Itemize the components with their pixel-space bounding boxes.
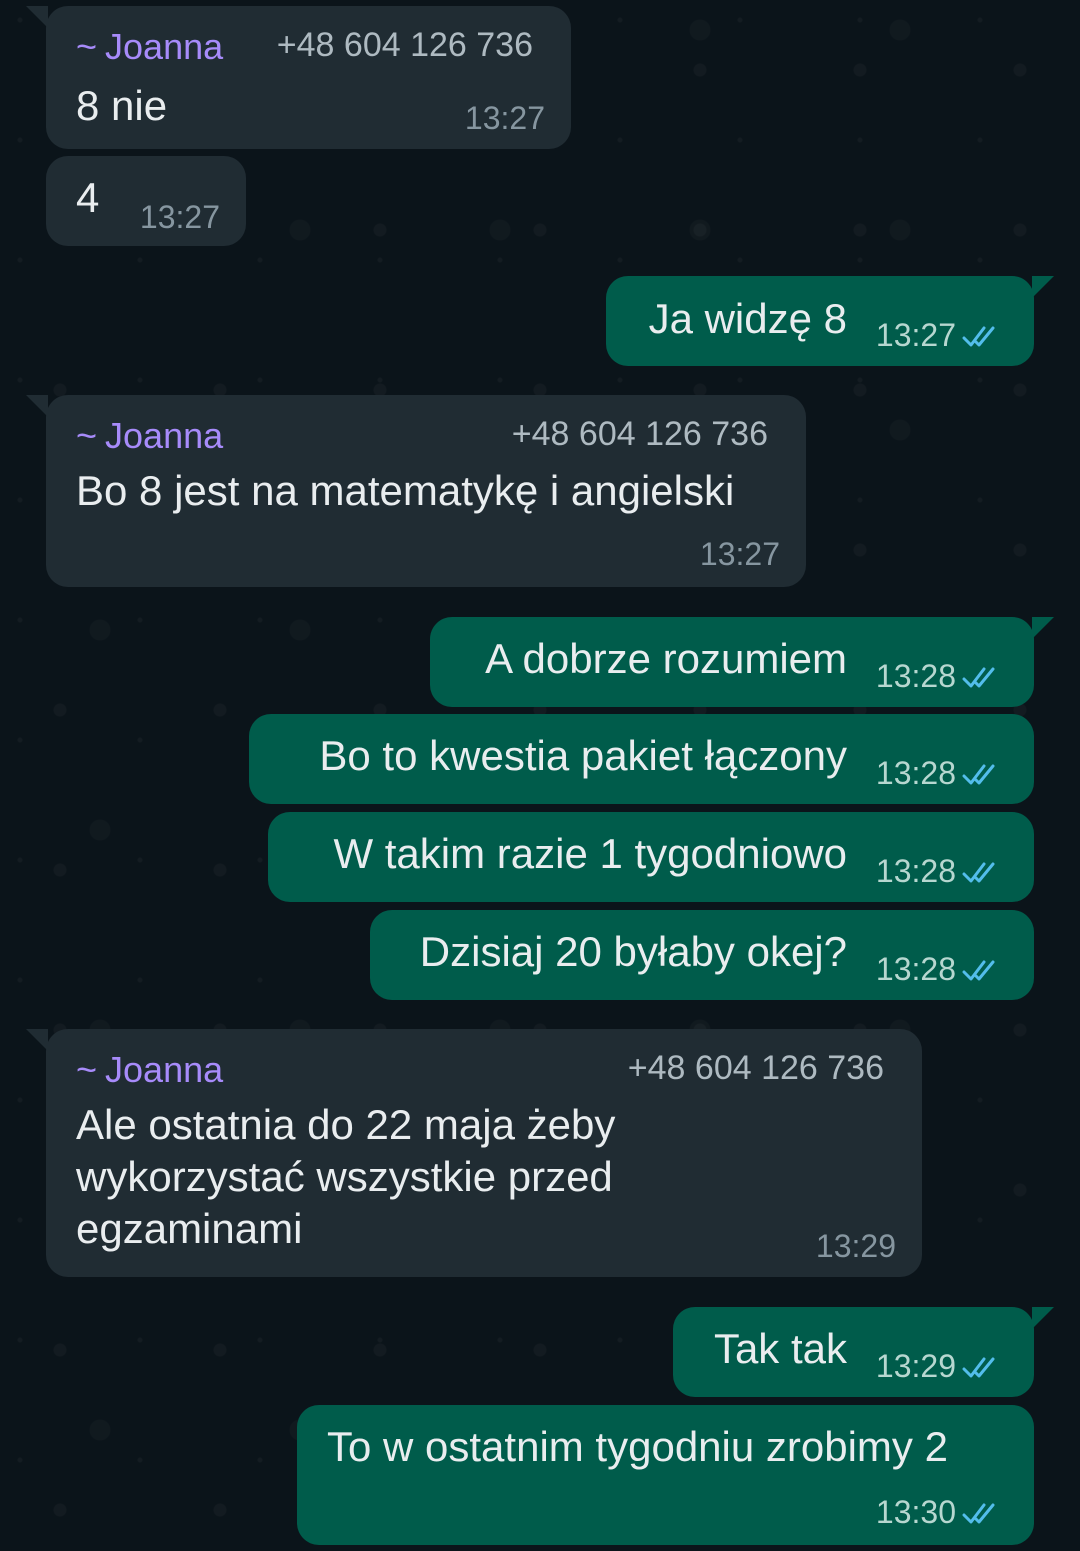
message-text: Tak tak [713,1325,847,1372]
message-bubble-outgoing[interactable]: A dobrze rozumiem 13:28 [430,617,1054,707]
sender-name-label: Joanna [105,415,224,456]
message-text: 8 nie [76,82,168,129]
message-meta: 13:29 [816,1228,896,1265]
message-meta: 13:27 [140,199,220,236]
read-double-check-icon [962,1357,995,1377]
message-bubble-incoming[interactable]: ~ Joanna +48 604 126 736 Ale ostatnia do … [26,1029,922,1277]
message-list[interactable]: ~ Joanna +48 604 126 736 8 nie 13:27 4 13… [0,0,1080,1551]
message-bubble-outgoing[interactable]: Tak tak 13:29 [673,1307,1054,1397]
sender-name[interactable]: ~ Joanna [76,26,223,68]
message-text: Ale ostatnia do 22 maja żeby wykorzystać… [76,1101,616,1252]
message-time: 13:28 [875,951,956,987]
read-double-check-icon [962,764,995,784]
message-text: Bo 8 jest na matematykę i angielski [76,467,735,514]
read-double-check-icon [962,1503,995,1523]
message-meta: 13:28 [876,853,1008,890]
sender-phone: +48 604 126 736 [511,415,768,453]
message-time: 13:27 [139,199,220,235]
message-meta: 13:27 [876,317,1008,354]
read-double-check-icon [962,960,995,980]
message-bubble-incoming[interactable]: 4 13:27 [46,156,246,246]
sender-name[interactable]: ~ Joanna [76,415,223,457]
message-time: 13:28 [875,658,956,694]
message-bubble-outgoing[interactable]: Ja widzę 8 13:27 [606,276,1054,366]
message-time: 13:28 [875,755,956,791]
message-meta: 13:28 [876,951,1008,988]
message-meta: 13:30 [876,1494,1008,1531]
read-double-check-icon [962,667,995,687]
sender-name-label: Joanna [105,26,224,67]
message-bubble-outgoing[interactable]: Dzisiaj 20 byłaby okej? 13:28 [370,910,1034,1000]
message-text: To w ostatnim tygodniu zrobimy 2 [327,1423,948,1470]
sender-name-label: Joanna [105,1049,224,1090]
message-bubble-incoming[interactable]: ~ Joanna +48 604 126 736 8 nie 13:27 [26,6,571,149]
message-text: Dzisiaj 20 byłaby okej? [419,928,847,975]
sender-name[interactable]: ~ Joanna [76,1049,223,1091]
message-bubble-outgoing[interactable]: W takim razie 1 tygodniowo 13:28 [268,812,1034,902]
message-time: 13:29 [875,1348,956,1384]
sender-tilde: ~ [76,415,98,456]
message-time: 13:28 [875,853,956,889]
message-time: 13:30 [875,1494,956,1530]
message-text: Ja widzę 8 [648,295,847,342]
message-meta: 13:27 [700,536,780,573]
message-text: 4 [76,174,100,221]
message-time: 13:27 [464,100,545,136]
message-text: A dobrze rozumiem [485,635,847,682]
message-meta: 13:27 [465,100,545,137]
message-text: W takim razie 1 tygodniowo [333,830,847,877]
sender-tilde: ~ [76,1049,98,1090]
message-bubble-outgoing[interactable]: Bo to kwestia pakiet łączony 13:28 [249,714,1034,804]
read-double-check-icon [962,326,995,346]
message-time: 13:29 [815,1228,896,1264]
sender-phone: +48 604 126 736 [627,1049,884,1087]
message-text: Bo to kwestia pakiet łączony [319,732,847,779]
message-time: 13:27 [875,317,956,353]
message-meta: 13:29 [876,1348,1008,1385]
sender-phone: +48 604 126 736 [276,26,533,64]
sender-tilde: ~ [76,26,98,67]
message-bubble-outgoing[interactable]: To w ostatnim tygodniu zrobimy 2 13:30 [297,1405,1034,1545]
message-meta: 13:28 [876,658,1008,695]
message-meta: 13:28 [876,755,1008,792]
read-double-check-icon [962,862,995,882]
message-time: 13:27 [699,536,780,572]
message-bubble-incoming[interactable]: ~ Joanna +48 604 126 736 Bo 8 jest na mat… [26,395,806,587]
